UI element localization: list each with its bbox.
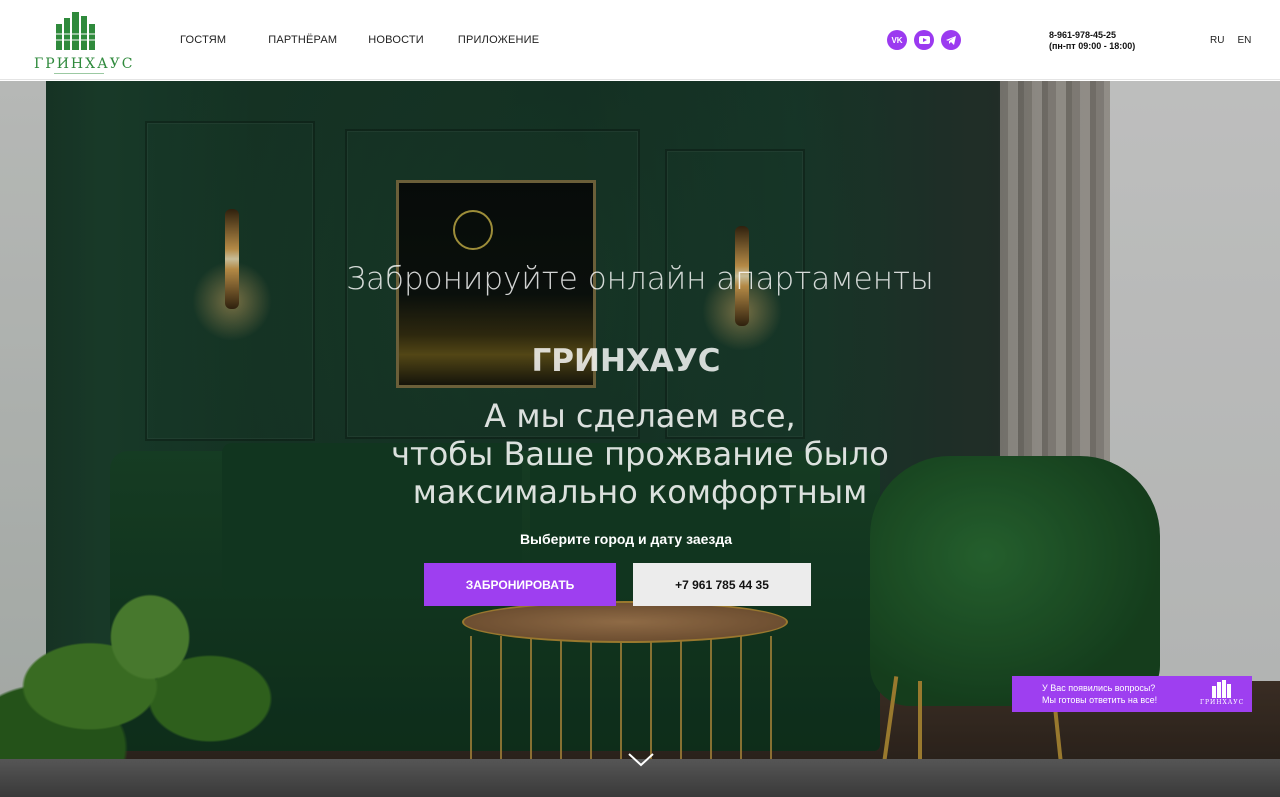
- contact-info: 8-961-978-45-25 (пн-пт 09:00 - 18:00): [1049, 30, 1135, 52]
- main-nav: ГОСТЯМ ПАРТНЁРАМ НОВОСТИ ПРИЛОЖЕНИЕ: [180, 34, 539, 46]
- site-header: ГРИНХАУС ГОСТЯМ ПАРТНЁРАМ НОВОСТИ ПРИЛОЖ…: [0, 0, 1280, 80]
- social-links: VK: [887, 30, 961, 50]
- header-phone[interactable]: 8-961-978-45-25: [1049, 30, 1135, 41]
- nav-item-app[interactable]: ПРИЛОЖЕНИЕ: [458, 34, 539, 46]
- tagline-line: максимально комфортным: [412, 473, 868, 511]
- chat-widget[interactable]: У Вас появились вопросы? Мы готовы ответ…: [1012, 676, 1252, 712]
- logo-text: ГРИНХАУС: [34, 56, 135, 72]
- hero-section: Забронируйте онлайн апартаменты ГРИНХАУС…: [0, 81, 1280, 797]
- lang-en[interactable]: EN: [1237, 35, 1251, 46]
- working-hours: (пн-пт 09:00 - 18:00): [1049, 41, 1136, 51]
- tagline-line: А мы сделаем все,: [484, 397, 796, 435]
- logo-underline: [54, 73, 104, 74]
- chat-line: Мы готовы ответить на все!: [1042, 695, 1158, 705]
- chat-widget-text: У Вас появились вопросы? Мы готовы ответ…: [1042, 682, 1157, 706]
- hero-brand: ГРИНХАУС: [531, 343, 721, 379]
- brand-logo[interactable]: ГРИНХАУС: [34, 10, 135, 76]
- hero-tagline: А мы сделаем все, чтобы Ваше прожвание б…: [0, 397, 1280, 511]
- chat-line: У Вас появились вопросы?: [1042, 683, 1156, 693]
- nav-item-guests[interactable]: ГОСТЯМ: [180, 34, 226, 46]
- language-switcher: RU EN: [1210, 35, 1251, 46]
- scroll-down-chevron-icon[interactable]: [628, 753, 654, 767]
- book-button[interactable]: ЗАБРОНИРОВАТЬ: [424, 563, 616, 606]
- nav-item-partners[interactable]: ПАРТНЁРАМ: [268, 34, 337, 46]
- vk-icon[interactable]: VK: [887, 30, 907, 50]
- building-logo-icon: [1212, 680, 1231, 698]
- hero-headline: Забронируйте онлайн апартаменты: [346, 261, 934, 297]
- building-logo-icon: [52, 12, 102, 50]
- tagline-line: чтобы Ваше прожвание было: [391, 435, 889, 473]
- chat-widget-logo: ГРИНХАУС: [1200, 680, 1244, 708]
- nav-item-news[interactable]: НОВОСТИ: [368, 34, 424, 46]
- youtube-icon[interactable]: [914, 30, 934, 50]
- booking-prompt: Выберите город и дату заезда: [519, 531, 733, 547]
- lang-ru[interactable]: RU: [1210, 35, 1224, 46]
- chat-logo-text: ГРИНХАУС: [1200, 699, 1245, 706]
- call-phone-button[interactable]: +7 961 785 44 35: [633, 563, 811, 606]
- telegram-icon[interactable]: [941, 30, 961, 50]
